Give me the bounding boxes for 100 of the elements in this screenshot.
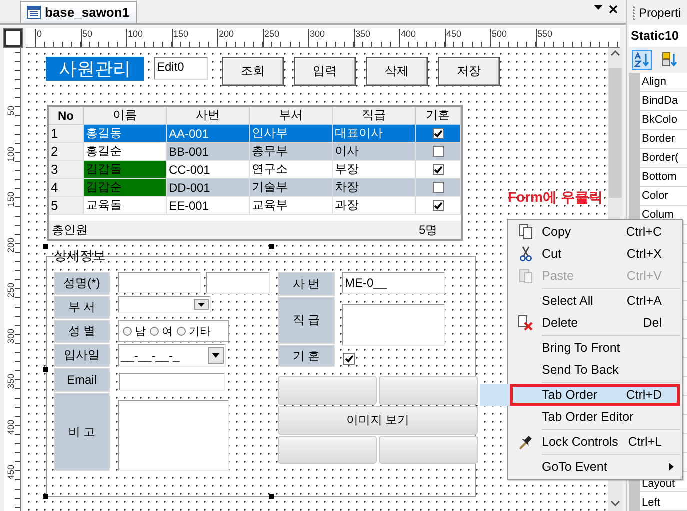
sort-az-icon[interactable] [632, 50, 652, 70]
paste-icon [519, 268, 533, 284]
field-label: 기 혼 [278, 345, 335, 367]
annotation-text: Form에 우클릭 [508, 189, 604, 207]
radio-option[interactable]: 여 [150, 324, 173, 338]
field-label: 성명(*) [54, 272, 110, 295]
row-number: 2 [49, 143, 84, 161]
column-header[interactable]: No [49, 107, 84, 125]
table-cell: 과장 [333, 197, 416, 215]
text-field[interactable]: ME-0__ [342, 272, 445, 294]
form-window-icon [27, 6, 41, 19]
form-button[interactable]: 입력 [294, 57, 356, 86]
form-button[interactable]: 조회 [222, 57, 284, 86]
table-cell: 총무부 [250, 143, 333, 161]
property-name[interactable]: Left [640, 492, 687, 511]
text-field[interactable] [206, 272, 270, 294]
row-number: 4 [49, 179, 84, 197]
document-tab[interactable]: base_sawon1 [20, 1, 137, 23]
selection-handle[interactable] [269, 244, 274, 249]
menu-item[interactable]: Tab Order Ctrl+D [510, 384, 680, 406]
field-label: 부 서 [54, 296, 110, 319]
vertical-ruler: 50 100 150 200 250 300 350 400 450 [4, 48, 21, 511]
scrollbar-thumb[interactable] [609, 68, 622, 198]
menu-item[interactable]: Send To Back [510, 359, 680, 381]
check-icon [434, 202, 442, 210]
column-header[interactable]: 사번 [167, 107, 250, 125]
dropdown-icon[interactable] [594, 5, 603, 11]
field-label: 성 별 [54, 320, 110, 343]
property-name[interactable]: Border [640, 130, 687, 149]
edit-field[interactable]: Edit0 [154, 57, 208, 80]
menu-item[interactable]: Delete Del [510, 312, 680, 334]
selection-handle[interactable] [269, 494, 274, 499]
dropdown-arrow-icon [198, 302, 205, 306]
image-view-button[interactable]: 이미지 보기 [278, 406, 478, 435]
field-label: Email [54, 368, 110, 392]
close-icon[interactable] [609, 5, 618, 14]
property-name[interactable]: BkColo [640, 111, 687, 130]
pin-icon [519, 434, 533, 450]
property-name[interactable]: Align [640, 73, 687, 92]
table-cell: 김갑돌 [84, 161, 167, 179]
check-icon [344, 355, 354, 363]
date-field[interactable]: __-__-__-_ [118, 344, 226, 367]
group-title: 상세정보 [54, 247, 107, 263]
menu-item[interactable]: Tab Order Editor [510, 406, 680, 428]
property-name[interactable]: BindDa [640, 92, 687, 111]
property-name[interactable]: Border( [640, 149, 687, 168]
checkbox[interactable] [432, 182, 444, 193]
dropdown-field[interactable] [118, 296, 211, 313]
table-cell: 김갑순 [84, 179, 167, 197]
form-button[interactable]: 저장 [438, 57, 500, 86]
scroll-up-icon[interactable] [611, 50, 620, 56]
checkbox[interactable] [343, 353, 355, 365]
menu-item[interactable]: Cut Ctrl+X [510, 243, 680, 265]
table-cell: 이사 [333, 143, 416, 161]
select-all-box[interactable] [4, 29, 22, 47]
column-header[interactable]: 기혼 [416, 107, 461, 125]
column-header[interactable]: 직급 [333, 107, 416, 125]
menu-item[interactable]: Lock Controls Ctrl+L [510, 431, 680, 453]
field-label: 입사일 [54, 344, 110, 367]
title-label: 사원관리 [46, 57, 144, 81]
radio-option[interactable]: 기타 [177, 324, 211, 338]
table-cell: 홍길동 [84, 125, 167, 143]
dropdown-arrow-icon [212, 353, 220, 358]
checkbox[interactable] [432, 128, 444, 139]
menu-item[interactable]: Select All Ctrl+A [510, 290, 680, 312]
row-number: 1 [49, 125, 84, 143]
property-name[interactable]: Bottom [640, 168, 687, 187]
table-cell: EE-001 [167, 197, 250, 215]
blank-button[interactable] [278, 436, 377, 464]
field-label: 비 고 [54, 393, 110, 471]
table-cell: 차장 [333, 179, 416, 197]
column-header[interactable]: 부서 [250, 107, 333, 125]
footer-count: 5명 [418, 222, 439, 238]
checkbox[interactable] [432, 146, 444, 157]
menu-item[interactable]: Bring To Front [510, 337, 680, 359]
field-label: 사 번 [278, 272, 335, 296]
column-header[interactable]: 이름 [84, 107, 167, 125]
selection-handle[interactable] [43, 244, 48, 249]
checkbox[interactable] [432, 164, 444, 175]
table-cell: AA-001 [167, 125, 250, 143]
form-button[interactable]: 삭제 [366, 57, 428, 86]
check-icon [434, 130, 442, 138]
blank-button[interactable] [379, 436, 478, 464]
text-area[interactable] [118, 400, 229, 471]
text-field[interactable] [119, 373, 225, 391]
table-cell: 인사부 [250, 125, 333, 143]
blank-button[interactable] [379, 376, 478, 405]
table-cell: BB-001 [167, 143, 250, 161]
table-cell: 교육돌 [84, 197, 167, 215]
table-cell: 기술부 [250, 179, 333, 197]
checkbox[interactable] [432, 200, 444, 211]
text-field[interactable] [118, 272, 201, 293]
radio-option[interactable]: 남 [123, 324, 146, 338]
blank-button[interactable] [278, 376, 377, 405]
text-area[interactable] [342, 304, 445, 346]
property-name[interactable]: Color [640, 187, 687, 206]
scroll-down-icon[interactable] [611, 501, 620, 507]
copy-icon [519, 224, 533, 240]
selection-handle[interactable] [43, 367, 48, 372]
selection-handle[interactable] [43, 494, 48, 499]
